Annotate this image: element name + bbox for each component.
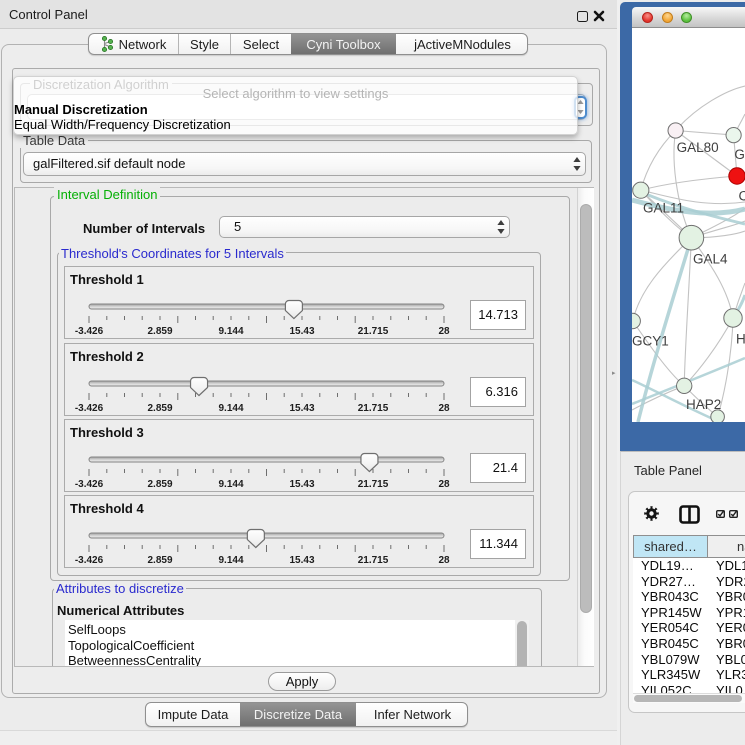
svg-text:C: C — [739, 189, 745, 204]
svg-text:28: 28 — [438, 403, 450, 414]
svg-text:-3.426: -3.426 — [75, 403, 104, 414]
svg-text:GCY1: GCY1 — [632, 334, 669, 349]
svg-text:GA: GA — [734, 147, 745, 162]
svg-text:-3.426: -3.426 — [75, 555, 104, 566]
svg-text:H: H — [736, 332, 745, 347]
svg-text:21.715: 21.715 — [358, 326, 389, 337]
svg-text:9.144: 9.144 — [218, 403, 243, 414]
svg-text:21.715: 21.715 — [358, 479, 389, 490]
svg-text:21.715: 21.715 — [358, 555, 389, 566]
svg-text:9.144: 9.144 — [218, 555, 243, 566]
svg-text:15.43: 15.43 — [289, 479, 314, 490]
svg-text:9.144: 9.144 — [218, 326, 243, 337]
svg-text:28: 28 — [438, 479, 450, 490]
svg-text:-3.426: -3.426 — [75, 326, 104, 337]
svg-text:15.43: 15.43 — [289, 555, 314, 566]
svg-text:15.43: 15.43 — [289, 326, 314, 337]
svg-text:GAL80: GAL80 — [677, 140, 719, 155]
svg-text:15.43: 15.43 — [289, 403, 314, 414]
svg-text:9.144: 9.144 — [218, 479, 243, 490]
svg-text:2.859: 2.859 — [147, 326, 172, 337]
svg-text:28: 28 — [438, 326, 450, 337]
svg-text:GAL4: GAL4 — [693, 252, 728, 267]
svg-text:-3.426: -3.426 — [75, 479, 104, 490]
svg-text:2.859: 2.859 — [147, 479, 172, 490]
svg-text:HAP2: HAP2 — [686, 397, 721, 412]
svg-text:2.859: 2.859 — [147, 555, 172, 566]
svg-text:21.715: 21.715 — [358, 403, 389, 414]
svg-text:2.859: 2.859 — [147, 403, 172, 414]
svg-text:28: 28 — [438, 555, 450, 566]
svg-text:GAL11: GAL11 — [643, 201, 684, 216]
